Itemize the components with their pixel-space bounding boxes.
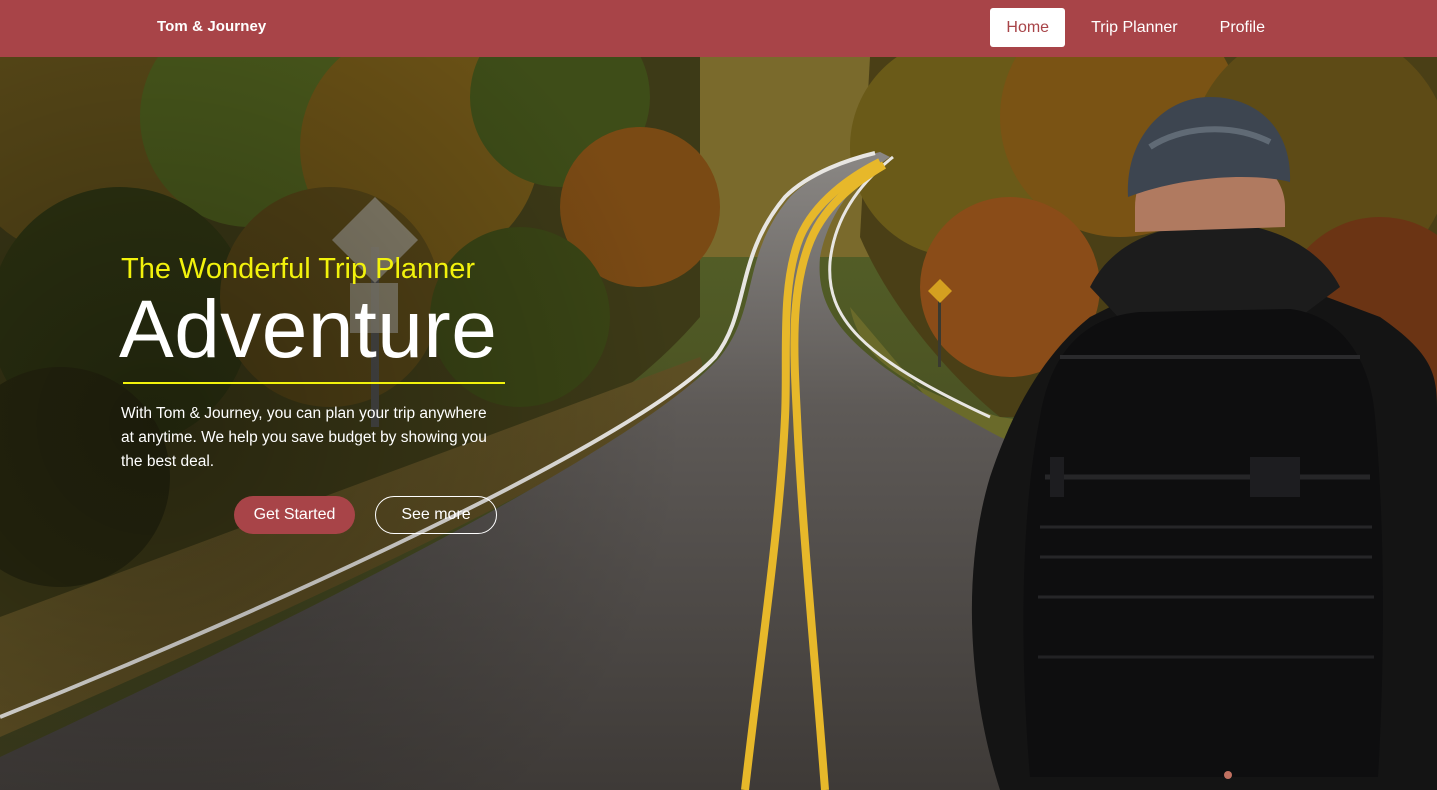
brand-logo[interactable]: Tom & Journey [157, 18, 266, 35]
page: Tom & Journey Home Trip Planner Profile [0, 0, 1437, 790]
hero-section: The Wonderful Trip Planner Adventure Wit… [0, 57, 1437, 790]
nav-link-home[interactable]: Home [990, 8, 1066, 47]
hero-description: With Tom & Journey, you can plan your tr… [121, 405, 487, 470]
see-more-button[interactable]: See more [375, 496, 497, 534]
nav-links: Home Trip Planner Profile [980, 8, 1281, 47]
nav-link-trip-planner[interactable]: Trip Planner [1075, 8, 1194, 47]
hero-title: Adventure [119, 284, 498, 375]
hero-actions: Get Started See more [234, 496, 497, 534]
nav-link-profile[interactable]: Profile [1204, 8, 1281, 47]
navbar: Tom & Journey Home Trip Planner Profile [0, 0, 1437, 57]
hero-subtitle: The Wonderful Trip Planner [121, 253, 476, 285]
hero-content: The Wonderful Trip Planner Adventure Wit… [119, 252, 511, 534]
get-started-button[interactable]: Get Started [234, 496, 355, 534]
hero-divider [123, 382, 505, 384]
